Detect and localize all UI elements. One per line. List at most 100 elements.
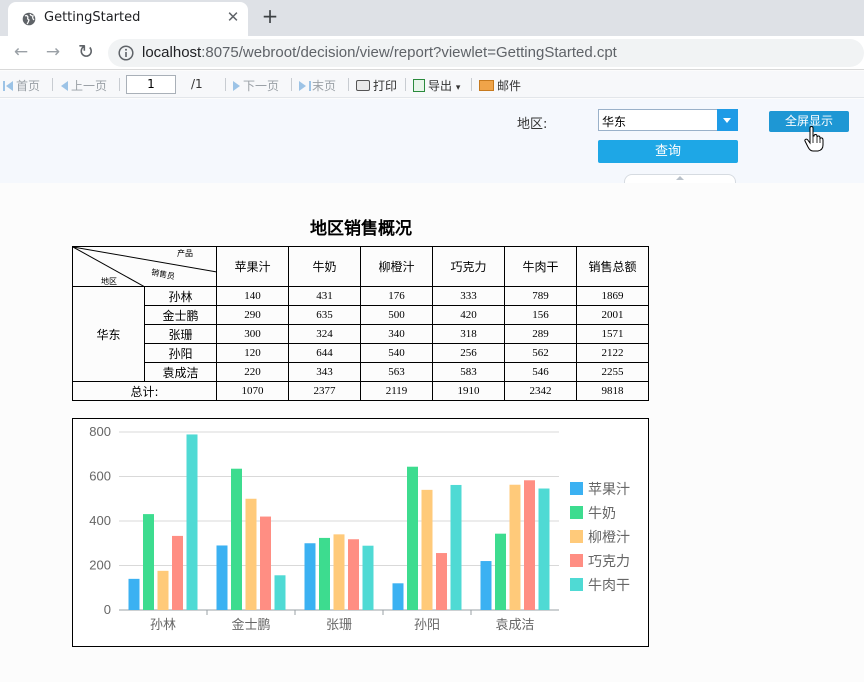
chart-bar <box>143 514 154 610</box>
url-host: localhost <box>142 44 202 61</box>
region-label: 地区: <box>517 117 548 132</box>
value-cell: 583 <box>432 362 505 382</box>
value-cell: 290 <box>216 305 289 325</box>
next-page-icon <box>233 81 240 91</box>
value-cell: 2255 <box>576 362 649 382</box>
next-page-button[interactable]: 下一页 <box>233 77 279 94</box>
value-cell: 789 <box>504 286 577 306</box>
chart-bar <box>274 575 286 610</box>
y-tick-label: 600 <box>89 469 111 484</box>
email-button[interactable]: 邮件 <box>479 77 521 94</box>
toolbar-divider <box>225 78 226 91</box>
prev-page-icon <box>61 81 68 91</box>
address-bar[interactable]: localhost:8075/webroot/decision/view/rep… <box>108 39 864 67</box>
chart-bar <box>319 537 330 610</box>
value-cell: 644 <box>288 343 361 363</box>
collapse-pane-button[interactable] <box>624 174 736 183</box>
printer-icon <box>356 80 370 91</box>
chevron-down-icon: ▾ <box>455 83 461 93</box>
salesman-cell: 孙阳 <box>144 343 217 363</box>
value-cell: 546 <box>504 362 577 382</box>
toolbar-divider <box>291 78 292 91</box>
legend-label: 巧克力 <box>588 554 630 570</box>
chart-bar <box>436 553 447 610</box>
email-label: 邮件 <box>497 79 522 93</box>
first-page-icon <box>3 81 5 91</box>
legend-label: 牛肉干 <box>588 578 630 594</box>
close-icon[interactable]: ✕ <box>224 8 242 26</box>
last-page-button[interactable]: 末页 <box>299 77 336 94</box>
region-select-value: 华东 <box>602 115 627 129</box>
x-tick-label: 金士鹏 <box>231 617 270 633</box>
print-button[interactable]: 打印 <box>356 77 397 94</box>
salesman-cell: 孙林 <box>144 286 217 306</box>
chart-bar <box>172 535 183 610</box>
legend-swatch <box>570 482 583 495</box>
legend-label: 柳橙汁 <box>588 529 630 546</box>
next-page-label: 下一页 <box>243 79 280 93</box>
toolbar-divider <box>405 78 406 91</box>
value-cell: 431 <box>288 286 361 306</box>
total-cell: 2119 <box>360 381 433 401</box>
chart-bar <box>333 534 345 610</box>
new-tab-icon[interactable]: + <box>260 5 280 27</box>
first-page-label: 首页 <box>16 79 41 93</box>
total-cell: 2342 <box>504 381 577 401</box>
info-icon[interactable] <box>118 45 134 61</box>
chart-bar <box>392 583 404 610</box>
salesman-cell: 张珊 <box>144 324 217 344</box>
last-page-label: 末页 <box>312 79 337 93</box>
chart-bar <box>450 484 462 610</box>
page-number-input[interactable]: 1 <box>126 75 176 94</box>
back-icon[interactable]: ← <box>10 41 32 63</box>
x-tick-label: 孙阳 <box>414 618 440 633</box>
export-button[interactable]: 导出 ▾ <box>413 77 460 94</box>
query-button[interactable]: 查询 <box>598 140 738 163</box>
value-cell: 340 <box>360 324 433 344</box>
table-row: 金士鹏 290 635 500 420 156 2001 <box>73 305 649 325</box>
tab-title: GettingStarted <box>44 10 141 25</box>
toolbar-divider <box>52 78 53 91</box>
toolbar-divider <box>348 78 349 91</box>
legend-swatch <box>570 506 583 519</box>
value-cell: 500 <box>360 305 433 325</box>
value-cell: 1869 <box>576 286 649 306</box>
chart-bar <box>128 578 140 610</box>
chart-bar <box>348 539 359 610</box>
column-header: 牛奶 <box>288 246 361 287</box>
value-cell: 562 <box>504 343 577 363</box>
table-row: 张珊 300 324 340 318 289 1571 <box>73 324 649 344</box>
region-select[interactable]: 华东 <box>598 109 738 131</box>
toolbar-divider <box>119 78 120 91</box>
prev-page-button[interactable]: 上一页 <box>61 77 107 94</box>
first-page-button[interactable]: 首页 <box>3 77 40 94</box>
prev-page-label: 上一页 <box>71 79 108 93</box>
total-cell: 1070 <box>216 381 289 401</box>
x-tick-label: 袁成洁 <box>495 618 534 633</box>
chevron-down-icon[interactable] <box>717 109 738 131</box>
total-cell: 9818 <box>576 381 649 401</box>
value-cell: 289 <box>504 324 577 344</box>
total-row: 总计: 1070 2377 2119 1910 2342 9818 <box>72 381 649 401</box>
legend-label: 牛奶 <box>588 506 616 522</box>
corner-region-label: 地区 <box>101 277 117 286</box>
chart-bar <box>231 468 242 610</box>
forward-icon[interactable]: → <box>42 41 64 63</box>
page-total: /1 <box>191 77 203 91</box>
column-header: 销售总额 <box>576 246 649 287</box>
browser-tab[interactable]: GettingStarted ✕ <box>8 2 248 36</box>
reload-icon[interactable]: ↻ <box>75 41 97 63</box>
sales-chart: 0 200 400 600 800 孙林 金士鹏 张珊 孙阳 袁成洁 苹果汁 牛奶 柳橙汁 巧克力 牛肉干 <box>72 418 649 647</box>
value-cell: 256 <box>432 343 505 363</box>
value-cell: 300 <box>216 324 289 344</box>
total-label: 总计: <box>72 381 217 401</box>
toolbar-divider <box>471 78 472 91</box>
table-row: 孙阳 120 644 540 256 562 2122 <box>73 343 649 363</box>
value-cell: 333 <box>432 286 505 306</box>
corner-product-label: 产品 <box>177 249 193 258</box>
chart-bar <box>480 561 492 610</box>
sales-table: 产品 销售员 地区 苹果汁 牛奶 柳橙汁 巧克力 牛肉干 销售总额 华东 孙林 14… <box>72 246 649 401</box>
y-tick-label: 400 <box>89 513 111 528</box>
value-cell: 318 <box>432 324 505 344</box>
value-cell: 220 <box>216 362 289 382</box>
